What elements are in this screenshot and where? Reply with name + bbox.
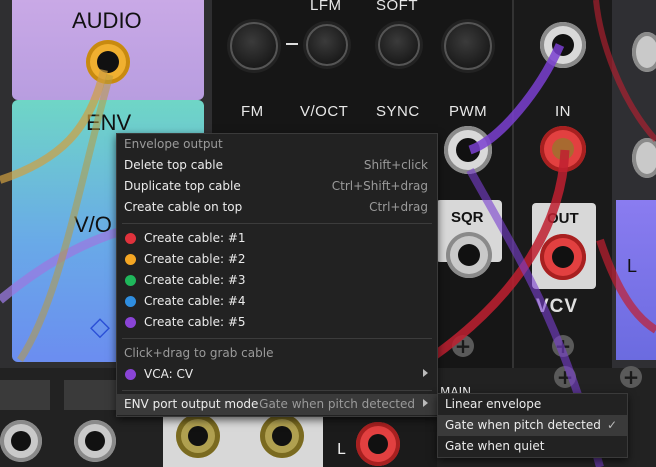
- right-jack[interactable]: [632, 32, 656, 72]
- sqr-label: SQR: [451, 209, 484, 226]
- bottom-red-jack[interactable]: [356, 422, 400, 466]
- fm-label: FM: [241, 103, 264, 120]
- right-jack[interactable]: [632, 138, 656, 178]
- right-l-label: L: [627, 256, 638, 276]
- gate-when-quiet-option[interactable]: Gate when quiet: [438, 436, 627, 457]
- pwm-label: PWM: [449, 103, 488, 120]
- plus-screw-icon: +: [452, 335, 474, 357]
- plus-screw-icon: +: [620, 366, 642, 388]
- plus-screw-icon: +: [552, 335, 574, 357]
- bottom-l-label: L: [337, 440, 346, 458]
- lfm-switch[interactable]: [306, 24, 348, 66]
- port-context-menu: Envelope output Delete top cable Shift+c…: [116, 133, 438, 417]
- plus-screw-icon: +: [554, 366, 576, 388]
- menu-separator: [122, 223, 432, 224]
- vcv-logo: VCV: [536, 296, 579, 317]
- cable-color-purple-icon: [125, 369, 136, 380]
- cable-color-blue-icon: [125, 296, 136, 307]
- menu-separator: [122, 338, 432, 339]
- in-label: IN: [555, 103, 571, 120]
- gem-logo-icon: ◇: [90, 312, 110, 342]
- checkmark-icon: ✓: [606, 418, 617, 432]
- cable-color-purple-icon: [125, 317, 136, 328]
- out-jack[interactable]: [540, 234, 586, 280]
- create-cable-5-item[interactable]: Create cable: #5: [117, 312, 437, 333]
- output-mode-submenu: Linear envelope Gate when pitch detected…: [437, 393, 628, 458]
- submenu-arrow-icon: [423, 399, 428, 407]
- out-label: OUT: [547, 210, 579, 227]
- voct-left-label: V/O: [74, 212, 112, 237]
- create-cable-4-item[interactable]: Create cable: #4: [117, 291, 437, 312]
- top-output-jack[interactable]: [540, 22, 586, 68]
- env-port-output-mode-item[interactable]: ENV port output mode Gate when pitch det…: [117, 394, 437, 415]
- create-cable-3-item[interactable]: Create cable: #3: [117, 270, 437, 291]
- bottom-gold-jack[interactable]: [260, 414, 304, 458]
- audio-label: AUDIO: [72, 8, 142, 33]
- sync-label: SYNC: [376, 103, 420, 120]
- gate-when-pitch-detected-option[interactable]: Gate when pitch detected ✓: [438, 415, 627, 436]
- menu-header: Envelope output: [124, 137, 223, 151]
- linear-envelope-option[interactable]: Linear envelope: [438, 394, 627, 415]
- bottom-tile: [0, 380, 50, 410]
- bottom-jack[interactable]: [74, 420, 116, 462]
- create-cable-1-item[interactable]: Create cable: #1: [117, 228, 437, 249]
- create-cable-2-item[interactable]: Create cable: #2: [117, 249, 437, 270]
- lfm-label: LFM: [310, 0, 342, 14]
- cable-color-red-icon: [125, 233, 136, 244]
- in-jack[interactable]: [540, 126, 586, 172]
- audio-jack[interactable]: [86, 40, 130, 84]
- sqr-jack[interactable]: [446, 232, 492, 278]
- bottom-tile: [64, 380, 116, 410]
- cable-color-orange-icon: [125, 254, 136, 265]
- menu-separator: [122, 390, 432, 391]
- delete-top-cable-item[interactable]: Delete top cable Shift+click: [117, 155, 437, 176]
- create-cable-on-top-item[interactable]: Create cable on top Ctrl+drag: [117, 197, 437, 218]
- pwm-jack[interactable]: [444, 126, 492, 174]
- right-module-panel: [616, 200, 656, 360]
- bottom-jack[interactable]: [0, 420, 42, 462]
- submenu-arrow-icon: [423, 369, 428, 377]
- connected-cable-vca-cv-item[interactable]: VCA: CV: [117, 364, 437, 385]
- soft-switch[interactable]: [378, 24, 420, 66]
- duplicate-top-cable-item[interactable]: Duplicate top cable Ctrl+Shift+drag: [117, 176, 437, 197]
- knob-link-dash: [286, 43, 298, 45]
- cable-color-green-icon: [125, 275, 136, 286]
- pwm-knob[interactable]: [444, 22, 492, 70]
- bottom-gold-jack[interactable]: [176, 414, 220, 458]
- voct-label: V/OCT: [300, 103, 349, 120]
- frequency-knob[interactable]: [230, 22, 278, 70]
- soft-label: SOFT: [376, 0, 418, 14]
- grab-cable-hint: Click+drag to grab cable: [124, 346, 274, 360]
